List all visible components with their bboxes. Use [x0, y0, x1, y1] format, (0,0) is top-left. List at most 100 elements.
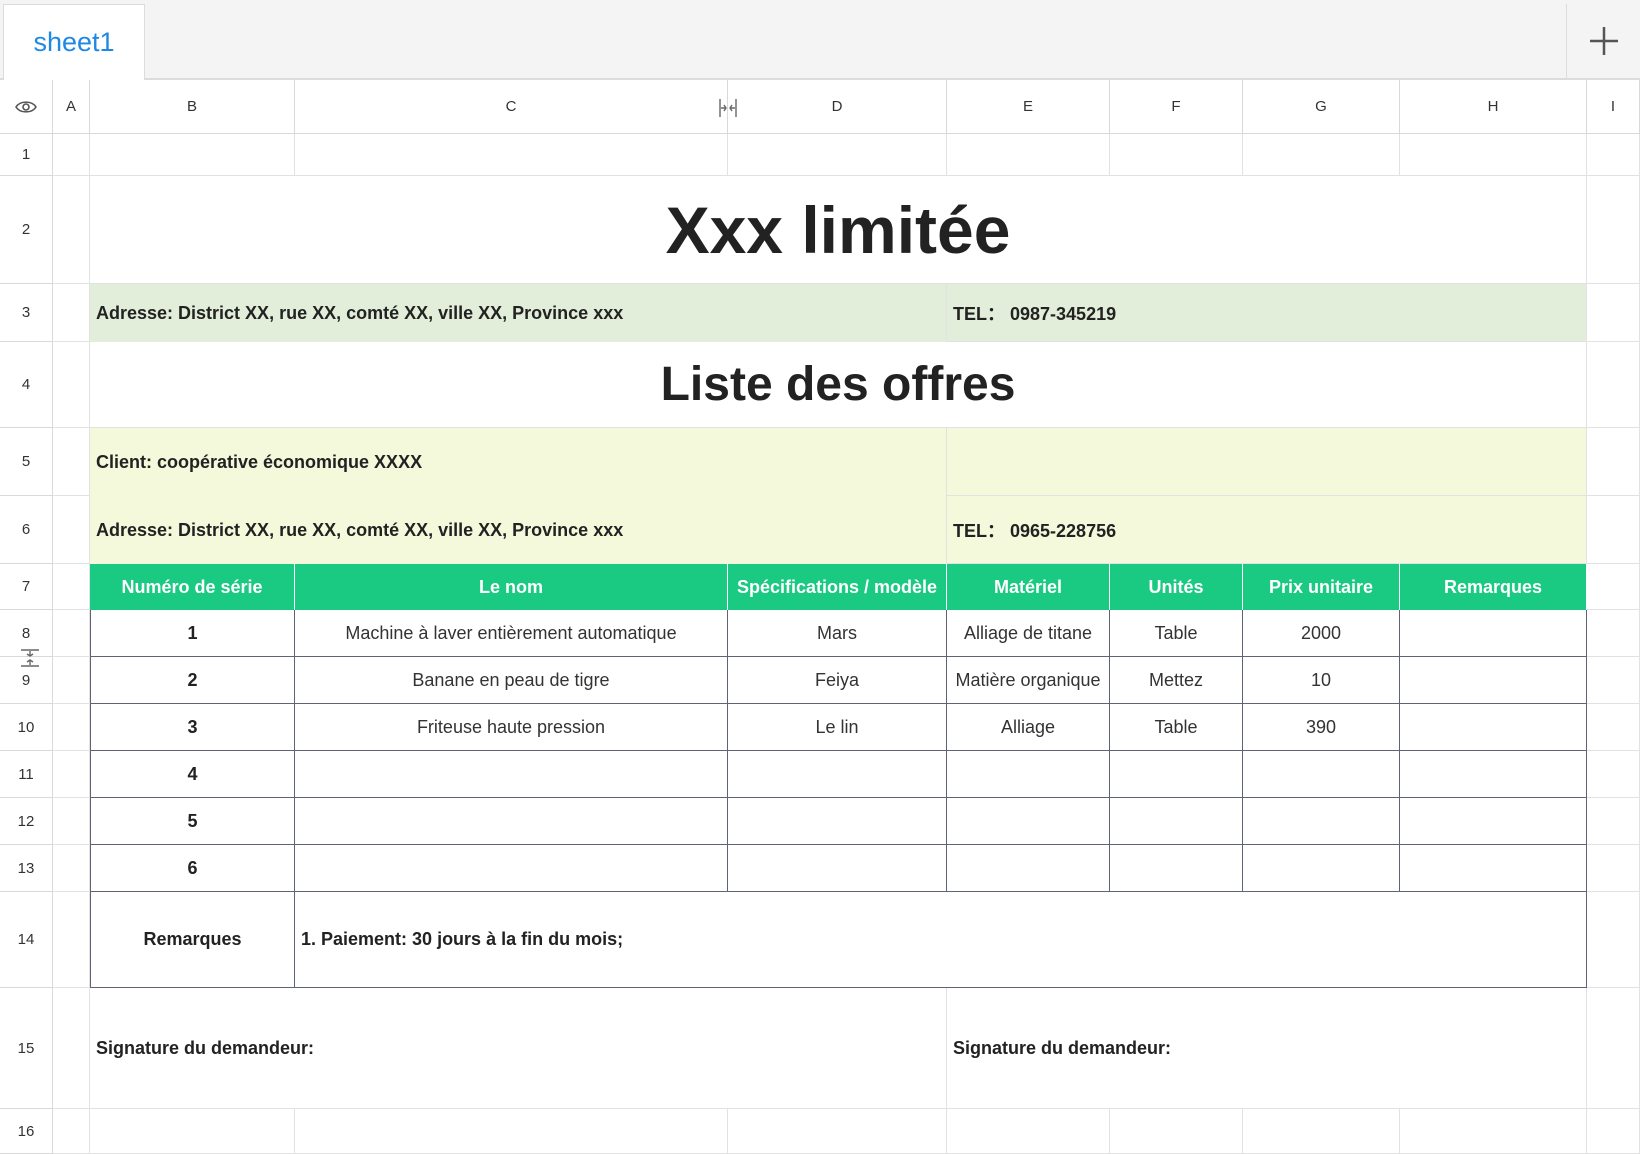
table-header-cell[interactable]: Unités — [1110, 564, 1243, 610]
add-sheet-button[interactable] — [1566, 4, 1640, 78]
grid-cell[interactable] — [1587, 496, 1640, 564]
table-data-cell[interactable] — [1400, 657, 1587, 704]
table-data-cell[interactable]: Mars — [728, 610, 947, 657]
column-header-e[interactable]: E — [947, 80, 1110, 134]
grid-cell[interactable] — [295, 134, 728, 176]
table-data-cell[interactable] — [947, 751, 1110, 798]
grid-cell[interactable] — [1587, 657, 1640, 704]
table-serial-cell[interactable]: 1 — [90, 610, 295, 657]
grid-cell[interactable] — [53, 1109, 90, 1154]
grid-cell[interactable] — [53, 496, 90, 564]
table-serial-cell[interactable]: 2 — [90, 657, 295, 704]
table-data-cell[interactable]: Table — [1110, 704, 1243, 751]
table-data-cell[interactable]: Alliage — [947, 704, 1110, 751]
grid-cell[interactable] — [53, 988, 90, 1109]
grid-cell[interactable] — [1587, 564, 1640, 610]
table-header-cell[interactable]: Prix unitaire — [1243, 564, 1400, 610]
table-data-cell[interactable]: Feiya — [728, 657, 947, 704]
grid-cell[interactable] — [53, 564, 90, 610]
table-data-cell[interactable] — [1243, 798, 1400, 845]
row-header-11[interactable]: 11 — [0, 751, 53, 798]
grid-cell[interactable] — [1587, 1109, 1640, 1154]
column-header-f[interactable]: F — [1110, 80, 1243, 134]
table-header-cell[interactable]: Le nom — [295, 564, 728, 610]
grid-cell[interactable] — [947, 134, 1110, 176]
grid-cell[interactable] — [1587, 284, 1640, 342]
grid-cell[interactable] — [1400, 1109, 1587, 1154]
column-header-c[interactable]: C — [295, 80, 728, 134]
grid-cell[interactable] — [90, 1109, 295, 1154]
grid-cell[interactable] — [1587, 342, 1640, 428]
grid-cell[interactable] — [1243, 1109, 1400, 1154]
grid-cell[interactable] — [1587, 751, 1640, 798]
grid-cell[interactable] — [1587, 134, 1640, 176]
table-data-cell[interactable]: Machine à laver entièrement automatique — [295, 610, 728, 657]
table-data-cell[interactable]: Friteuse haute pression — [295, 704, 728, 751]
grid-cell[interactable] — [1587, 798, 1640, 845]
table-data-cell[interactable]: Le lin — [728, 704, 947, 751]
table-data-cell[interactable] — [728, 798, 947, 845]
row-header-13[interactable]: 13 — [0, 845, 53, 892]
grid-cell[interactable] — [53, 751, 90, 798]
grid-cell[interactable] — [1587, 988, 1640, 1109]
table-header-cell[interactable]: Remarques — [1400, 564, 1587, 610]
grid-cell[interactable] — [53, 845, 90, 892]
grid-cell[interactable] — [53, 284, 90, 342]
grid-cell[interactable] — [53, 176, 90, 284]
table-data-cell[interactable] — [1243, 845, 1400, 892]
table-data-cell[interactable] — [1110, 798, 1243, 845]
grid-cell[interactable] — [1400, 134, 1587, 176]
table-data-cell[interactable]: Matière organique — [947, 657, 1110, 704]
grid-cell[interactable] — [1110, 1109, 1243, 1154]
grid-cell[interactable] — [1587, 176, 1640, 284]
table-data-cell[interactable] — [1400, 704, 1587, 751]
row-header-3[interactable]: 3 — [0, 284, 53, 342]
table-data-cell[interactable] — [728, 751, 947, 798]
table-data-cell[interactable] — [295, 751, 728, 798]
table-data-cell[interactable] — [1110, 751, 1243, 798]
grid-cell[interactable] — [1110, 134, 1243, 176]
row-resize-icon[interactable] — [18, 646, 42, 670]
grid-cell[interactable] — [728, 1109, 947, 1154]
table-data-cell[interactable] — [1110, 845, 1243, 892]
table-data-cell[interactable]: Table — [1110, 610, 1243, 657]
table-data-cell[interactable] — [947, 798, 1110, 845]
table-serial-cell[interactable]: 4 — [90, 751, 295, 798]
table-data-cell[interactable] — [1243, 751, 1400, 798]
row-header-12[interactable]: 12 — [0, 798, 53, 845]
grid-cell[interactable] — [1587, 892, 1640, 988]
grid-cell[interactable] — [53, 657, 90, 704]
table-data-cell[interactable] — [728, 845, 947, 892]
table-data-cell[interactable] — [295, 798, 728, 845]
column-resize-icon[interactable] — [716, 96, 740, 120]
grid-cell[interactable] — [728, 134, 947, 176]
row-header-14[interactable]: 14 — [0, 892, 53, 988]
table-data-cell[interactable] — [1400, 798, 1587, 845]
row-header-6[interactable]: 6 — [0, 496, 53, 564]
table-header-cell[interactable]: Numéro de série — [90, 564, 295, 610]
table-data-cell[interactable]: 2000 — [1243, 610, 1400, 657]
table-data-cell[interactable]: Alliage de titane — [947, 610, 1110, 657]
column-header-i[interactable]: I — [1587, 80, 1640, 134]
table-data-cell[interactable] — [1400, 751, 1587, 798]
row-header-10[interactable]: 10 — [0, 704, 53, 751]
table-header-cell[interactable]: Matériel — [947, 564, 1110, 610]
grid-cell[interactable] — [90, 134, 295, 176]
column-header-h[interactable]: H — [1400, 80, 1587, 134]
table-data-cell[interactable]: Banane en peau de tigre — [295, 657, 728, 704]
column-header-b[interactable]: B — [90, 80, 295, 134]
grid-cell[interactable] — [947, 1109, 1110, 1154]
grid-cell[interactable] — [53, 798, 90, 845]
grid-cell[interactable] — [1587, 428, 1640, 496]
table-data-cell[interactable] — [1400, 610, 1587, 657]
grid-cell[interactable] — [1587, 704, 1640, 751]
column-header-a[interactable]: A — [53, 80, 90, 134]
grid-cell[interactable] — [53, 892, 90, 988]
table-header-cell[interactable]: Spécifications / modèle — [728, 564, 947, 610]
row-header-2[interactable]: 2 — [0, 176, 53, 284]
table-data-cell[interactable] — [947, 845, 1110, 892]
grid-cell[interactable] — [295, 1109, 728, 1154]
table-data-cell[interactable]: 10 — [1243, 657, 1400, 704]
grid-cell[interactable] — [53, 704, 90, 751]
table-serial-cell[interactable]: 5 — [90, 798, 295, 845]
